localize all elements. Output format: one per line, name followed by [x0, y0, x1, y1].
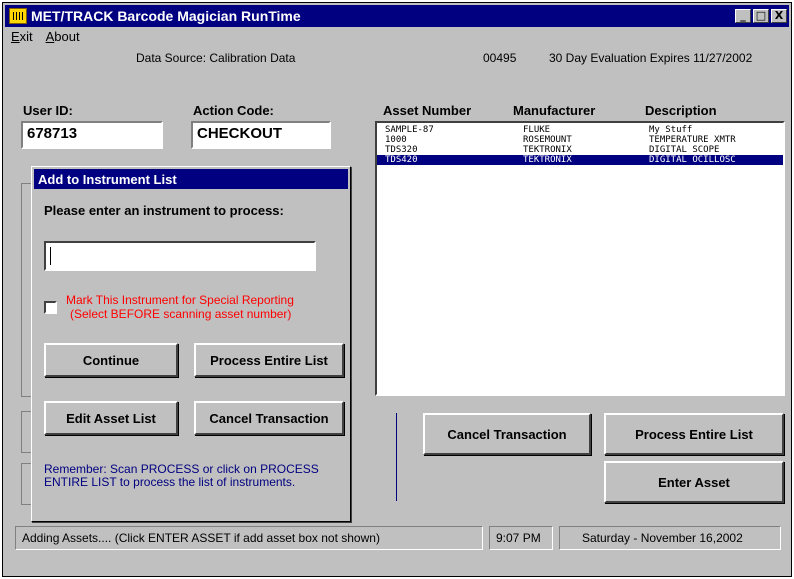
special-reporting-checkbox[interactable] [44, 301, 57, 314]
description-cell: DIGITAL OCILLOSC [649, 155, 736, 165]
asset-list[interactable]: SAMPLE-87 FLUKE My Stuff 1000 ROSEMOUNT … [375, 121, 785, 396]
manufacturer-cell: TEKTRONIX [523, 145, 572, 155]
instrument-input[interactable] [44, 241, 316, 271]
action-code-field[interactable]: CHECKOUT [191, 121, 331, 149]
window-title: MET/TRACK Barcode Magician RunTime [31, 8, 301, 24]
dialog-cancel-transaction-button[interactable]: Cancel Transaction [194, 401, 344, 435]
asset-number-cell: SAMPLE-87 [385, 125, 434, 135]
list-item[interactable]: SAMPLE-87 FLUKE My Stuff [377, 125, 783, 135]
minimize-button[interactable]: _ [735, 9, 751, 23]
status-date: Saturday - November 16,2002 [559, 526, 781, 550]
menu-exit-accel: E [11, 29, 20, 44]
manufacturer-cell: FLUKE [523, 125, 551, 135]
process-entire-list-button[interactable]: Process Entire List [604, 413, 784, 455]
user-id-label: User ID: [23, 103, 73, 118]
maximize-button[interactable]: □ [753, 9, 769, 23]
close-button[interactable]: X [771, 9, 787, 23]
enter-asset-button[interactable]: Enter Asset [604, 461, 784, 503]
special-reporting-line1: Mark This Instrument for Special Reporti… [66, 293, 294, 307]
status-message: Adding Assets.... (Click ENTER ASSET if … [15, 526, 483, 550]
title-bar[interactable]: MET/TRACK Barcode Magician RunTime _ □ X [5, 5, 789, 27]
description-cell: My Stuff [649, 125, 693, 135]
list-item-selected[interactable]: TDS420 TEKTRONIX DIGITAL OCILLOSC [377, 155, 783, 165]
dialog-prompt: Please enter an instrument to process: [44, 203, 284, 218]
separator-line [396, 413, 397, 501]
text-caret [50, 247, 51, 265]
description-cell: DIGITAL SCOPE [649, 145, 720, 155]
user-id-field[interactable]: 678713 [21, 121, 163, 149]
manufacturer-cell: TEKTRONIX [523, 155, 572, 165]
col-manufacturer: Manufacturer [513, 103, 596, 118]
app-window: MET/TRACK Barcode Magician RunTime _ □ X… [2, 2, 792, 577]
manufacturer-cell: ROSEMOUNT [523, 135, 572, 145]
continue-button[interactable]: Continue [44, 343, 178, 377]
menu-about-rest: bout [54, 29, 80, 44]
dialog-title[interactable]: Add to Instrument List [34, 169, 348, 189]
menu-bar: Exit About [11, 29, 90, 44]
special-reporting-label[interactable]: Mark This Instrument for Special Reporti… [66, 293, 294, 321]
dialog-process-entire-list-button[interactable]: Process Entire List [194, 343, 344, 377]
menu-about-accel: A [45, 29, 55, 44]
action-code-label: Action Code: [193, 103, 274, 118]
menu-exit[interactable]: Exit [11, 29, 33, 44]
asset-number-cell: TDS420 [385, 155, 418, 165]
list-item[interactable]: 1000 ROSEMOUNT TEMPERATURE XMTR [377, 135, 783, 145]
col-asset-number: Asset Number [383, 103, 472, 118]
data-source-label: Data Source: Calibration Data [136, 51, 296, 65]
menu-exit-rest: xit [19, 29, 33, 44]
col-description: Description [645, 103, 717, 118]
asset-number-cell: 1000 [385, 135, 407, 145]
cancel-transaction-button[interactable]: Cancel Transaction [423, 413, 591, 455]
status-time: 9:07 PM [489, 526, 553, 550]
menu-about[interactable]: About [46, 29, 80, 44]
add-instrument-dialog: Add to Instrument List Please enter an i… [31, 166, 351, 522]
special-reporting-line2: (Select BEFORE scanning asset number) [70, 307, 292, 321]
edit-asset-list-button[interactable]: Edit Asset List [44, 401, 178, 435]
list-item[interactable]: TDS320 TEKTRONIX DIGITAL SCOPE [377, 145, 783, 155]
evaluation-notice: 30 Day Evaluation Expires 11/27/2002 [549, 51, 753, 65]
description-cell: TEMPERATURE XMTR [649, 135, 736, 145]
asset-number-cell: TDS320 [385, 145, 418, 155]
dialog-reminder-note: Remember: Scan PROCESS or click on PROCE… [44, 462, 319, 489]
barcode-app-icon [9, 8, 27, 24]
record-code: 00495 [483, 51, 517, 65]
